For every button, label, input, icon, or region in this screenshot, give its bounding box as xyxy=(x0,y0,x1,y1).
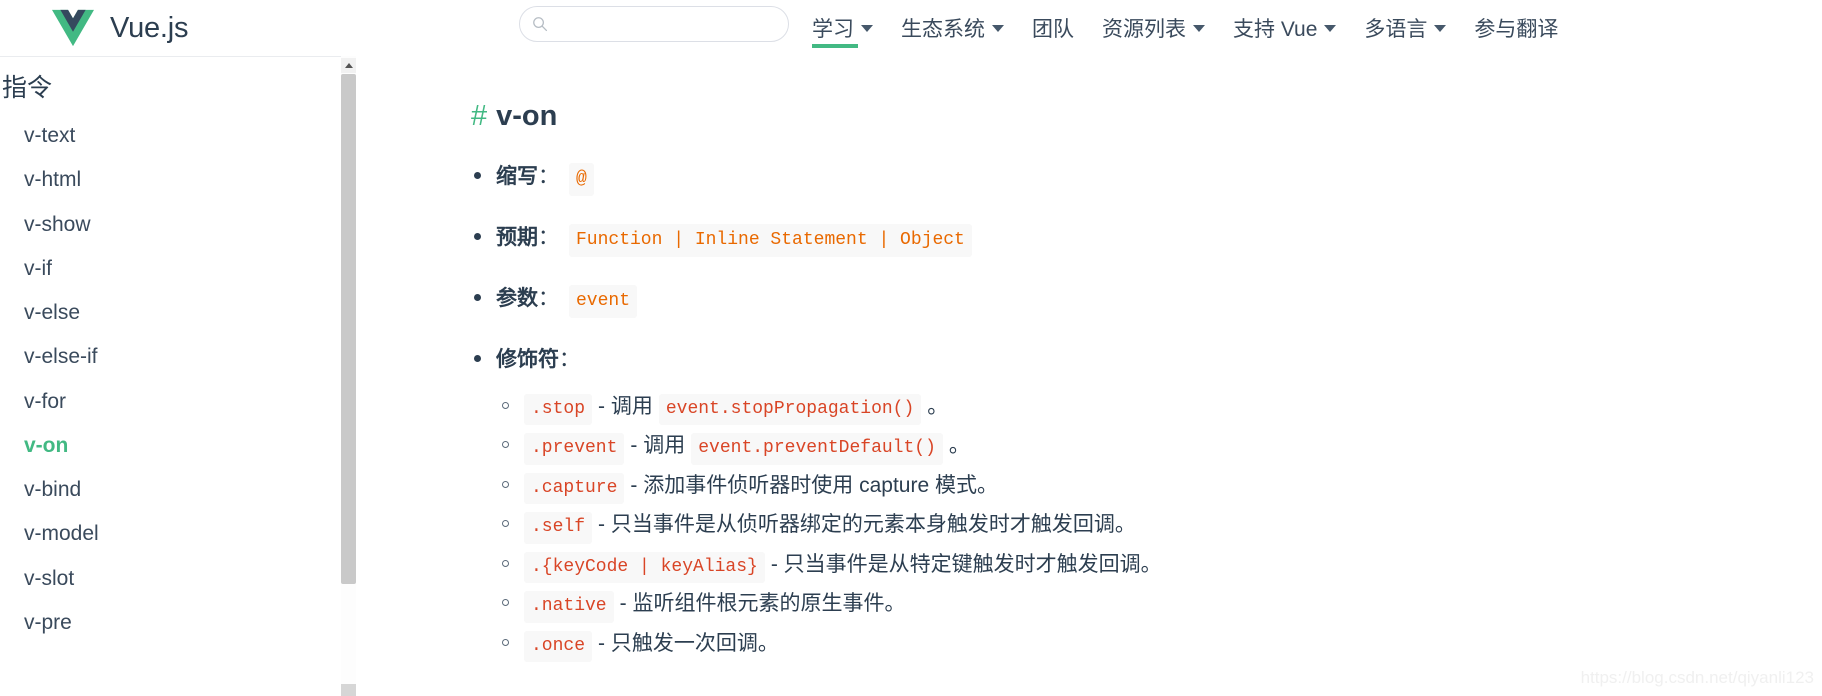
modifier-item-once: .once - 只触发一次回调。 xyxy=(502,629,1822,663)
brand-home-link[interactable]: Vue.js xyxy=(52,7,189,49)
modifier-tail: 。 xyxy=(927,394,949,418)
watermark: https://blog.csdn.net/qiyanli123 xyxy=(1580,668,1814,687)
nav-item-translate[interactable]: 参与翻译 xyxy=(1474,0,1558,56)
nav-item-languages[interactable]: 多语言 xyxy=(1364,0,1447,56)
sidebar-item-v-for[interactable]: v-for xyxy=(0,380,356,424)
main-content: # v-on 缩写 ： @ 预期 ： Function | Inline Sta… xyxy=(356,56,1822,696)
modifier-name: .capture xyxy=(524,472,625,505)
spec-label: 参数 xyxy=(496,287,538,310)
spec-label: 预期 xyxy=(496,226,538,249)
spec-item-shorthand: 缩写 ： @ xyxy=(474,161,1822,196)
modifier-list: .stop - 调用 event.stopPropagation() 。 .pr… xyxy=(496,392,1822,669)
spec-code: Function | Inline Statement | Object xyxy=(569,224,972,257)
sidebar-item-v-else-if[interactable]: v-else-if xyxy=(0,335,356,379)
spec-colon: ： xyxy=(538,165,559,188)
site-header: Vue.js 学习 生态系统 团队 资源列表 支持 Vue 多语言 参与翻译 xyxy=(0,0,1822,56)
chevron-down-icon xyxy=(1324,24,1337,32)
chevron-down-icon xyxy=(1434,24,1447,32)
spec-code: event xyxy=(569,285,638,318)
spec-code: @ xyxy=(569,163,594,196)
spec-item-modifiers: 修饰符 ： .stop - 调用 event.stopPropagation()… xyxy=(474,344,1822,669)
page-title: # v-on xyxy=(471,100,1822,133)
modifier-name: .{keyCode | keyAlias} xyxy=(524,551,765,584)
chevron-down-icon xyxy=(1193,24,1205,32)
modifier-name: .self xyxy=(524,512,593,544)
heading-anchor-icon[interactable]: # xyxy=(471,100,487,133)
modifier-name: .stop xyxy=(524,393,593,426)
modifier-code: event.stopPropagation() xyxy=(658,393,922,426)
chevron-down-icon xyxy=(992,24,1004,32)
nav-item-learn[interactable]: 学习 xyxy=(812,0,873,56)
modifier-code: event.preventDefault() xyxy=(691,433,943,465)
modifier-desc: - 只当事件是从特定键触发时才触发回调。 xyxy=(770,552,1162,576)
sidebar-item-v-model[interactable]: v-model xyxy=(0,512,356,556)
modifier-item-self: .self - 只当事件是从侦听器绑定的元素本身触发时才触发回调。 xyxy=(502,510,1822,544)
sidebar-item-v-else[interactable]: v-else xyxy=(0,291,356,335)
sidebar: 指令 v-text v-html v-show v-if v-else v-el… xyxy=(0,56,356,696)
nav-item-resources[interactable]: 资源列表 xyxy=(1102,0,1205,56)
modifier-item-prevent: .prevent - 调用 event.preventDefault() 。 xyxy=(502,431,1822,465)
nav-item-label: 学习 xyxy=(812,18,854,41)
nav-item-support-vue[interactable]: 支持 Vue xyxy=(1233,0,1337,56)
sidebar-scrollbar-thumb[interactable] xyxy=(341,74,356,584)
nav-item-label: 资源列表 xyxy=(1102,18,1186,41)
search-input[interactable] xyxy=(519,6,789,42)
spec-label: 缩写 xyxy=(496,165,538,188)
spec-colon: ： xyxy=(559,348,580,371)
sidebar-item-v-text[interactable]: v-text xyxy=(0,114,356,158)
spec-label: 修饰符 xyxy=(496,348,559,371)
nav-item-team[interactable]: 团队 xyxy=(1032,0,1074,56)
modifier-desc: - 只触发一次回调。 xyxy=(598,631,779,655)
nav-item-label: 生态系统 xyxy=(901,18,985,41)
nav-item-label: 多语言 xyxy=(1364,18,1428,41)
modifier-name: .once xyxy=(524,630,593,663)
modifier-name: .native xyxy=(524,591,614,623)
modifier-item-capture: .capture - 添加事件侦听器时使用 capture 模式。 xyxy=(502,471,1822,505)
sidebar-item-v-slot[interactable]: v-slot xyxy=(0,557,356,601)
sidebar-item-v-bind[interactable]: v-bind xyxy=(0,468,356,512)
modifier-desc: - 添加事件侦听器时使用 capture 模式。 xyxy=(630,473,998,497)
sidebar-group-title: 指令 xyxy=(2,74,53,102)
sidebar-scrollbar-bottom[interactable] xyxy=(341,684,356,696)
modifier-tail: 。 xyxy=(948,434,970,458)
modifier-desc: - 调用 xyxy=(598,394,653,418)
nav-active-underline xyxy=(812,44,858,48)
main-nav: 学习 生态系统 团队 资源列表 支持 Vue 多语言 参与翻译 xyxy=(812,0,1558,56)
nav-item-label: 支持 Vue xyxy=(1233,18,1318,41)
modifier-desc: - 监听组件根元素的原生事件。 xyxy=(619,592,906,616)
search-container xyxy=(519,6,789,42)
modifier-desc: - 调用 xyxy=(630,434,686,458)
modifier-desc: - 只当事件是从侦听器绑定的元素本身触发时才触发回调。 xyxy=(598,513,1136,537)
chevron-down-icon xyxy=(861,24,873,32)
spec-item-expects: 预期 ： Function | Inline Statement | Objec… xyxy=(474,222,1822,257)
sidebar-item-v-pre[interactable]: v-pre xyxy=(0,601,356,645)
nav-item-label: 参与翻译 xyxy=(1474,18,1559,41)
vue-logo-icon xyxy=(52,9,94,47)
modifier-name: .prevent xyxy=(524,433,625,465)
spec-colon: ： xyxy=(538,287,559,310)
modifier-item-native: .native - 监听组件根元素的原生事件。 xyxy=(502,589,1822,623)
sidebar-item-v-show[interactable]: v-show xyxy=(0,203,356,247)
modifier-item-stop: .stop - 调用 event.stopPropagation() 。 xyxy=(502,392,1822,426)
page-title-text: v-on xyxy=(496,100,558,132)
nav-item-ecosystem[interactable]: 生态系统 xyxy=(901,0,1004,56)
nav-item-label: 团队 xyxy=(1032,18,1074,41)
brand-name: Vue.js xyxy=(110,11,189,44)
spec-item-argument: 参数 ： event xyxy=(474,283,1822,318)
sidebar-item-v-on[interactable]: v-on xyxy=(0,424,356,468)
modifier-item-keycode: .{keyCode | keyAlias} - 只当事件是从特定键触发时才触发回… xyxy=(502,550,1822,584)
sidebar-item-v-html[interactable]: v-html xyxy=(0,158,356,202)
spec-list: 缩写 ： @ 预期 ： Function | Inline Statement … xyxy=(356,161,1822,668)
spec-colon: ： xyxy=(538,226,559,249)
scroll-up-arrow-icon[interactable] xyxy=(341,58,356,73)
sidebar-item-v-if[interactable]: v-if xyxy=(0,247,356,291)
